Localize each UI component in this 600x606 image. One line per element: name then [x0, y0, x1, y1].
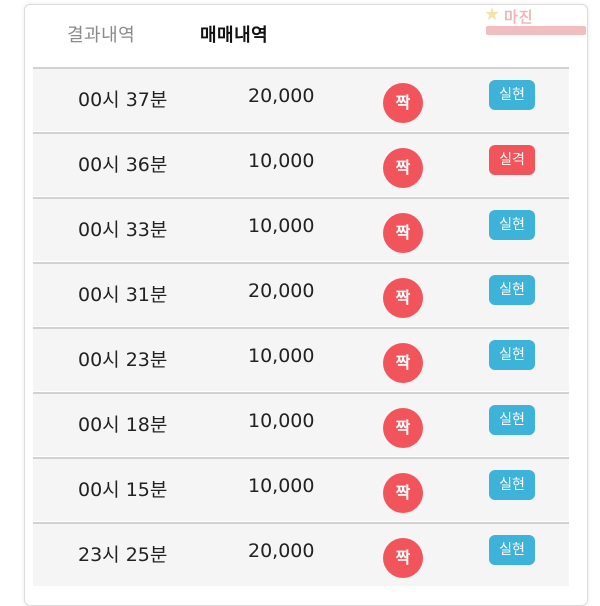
result-badge: 실현	[489, 275, 535, 305]
tab-results[interactable]: 결과내역	[67, 21, 135, 47]
pick-badge: 짝	[383, 538, 423, 578]
row-time: 00시 23분	[78, 349, 168, 371]
watermark-banner	[486, 26, 586, 35]
row-amount: 10,000	[248, 345, 315, 367]
trade-list: 00시 37분 20,000 짝 실현 00시 36분 10,000 짝 실격 …	[33, 67, 569, 586]
trade-history-panel: 결과내역 매매내역 00시 37분 20,000 짝 실현 00시 36분 10…	[24, 4, 588, 606]
row-time: 00시 31분	[78, 284, 168, 306]
result-badge: 실격	[489, 145, 535, 175]
result-badge: 실현	[489, 470, 535, 500]
tab-trades[interactable]: 매매내역	[200, 21, 268, 47]
row-time: 00시 18분	[78, 414, 168, 436]
table-row: 00시 31분 20,000 짝 실현	[33, 262, 569, 326]
row-amount: 10,000	[248, 410, 315, 432]
row-time: 00시 15분	[78, 479, 168, 501]
table-row: 23시 25분 20,000 짝 실현	[33, 522, 569, 586]
result-badge: 실현	[489, 535, 535, 565]
result-badge: 실현	[489, 80, 535, 110]
row-amount: 10,000	[248, 475, 315, 497]
pick-badge: 짝	[383, 148, 423, 188]
pick-badge: 짝	[383, 213, 423, 253]
table-row: 00시 23분 10,000 짝 실현	[33, 327, 569, 391]
pick-badge: 짝	[383, 83, 423, 123]
row-time: 00시 36분	[78, 154, 168, 176]
result-badge: 실현	[489, 340, 535, 370]
table-row: 00시 18분 10,000 짝 실현	[33, 392, 569, 456]
row-amount: 10,000	[248, 150, 315, 172]
pick-badge: 짝	[383, 473, 423, 513]
pick-badge: 짝	[383, 278, 423, 318]
watermark-logo: ★ 마진	[482, 4, 592, 36]
row-time: 23시 25분	[78, 544, 168, 566]
table-row: 00시 36분 10,000 짝 실격	[33, 132, 569, 196]
row-time: 00시 33분	[78, 219, 168, 241]
pick-badge: 짝	[383, 343, 423, 383]
table-row: 00시 15분 10,000 짝 실현	[33, 457, 569, 521]
result-badge: 실현	[489, 210, 535, 240]
star-icon: ★	[484, 4, 501, 25]
result-badge: 실현	[489, 405, 535, 435]
watermark-title: 마진	[504, 8, 534, 26]
row-amount: 20,000	[248, 540, 315, 562]
table-row: 00시 33분 10,000 짝 실현	[33, 197, 569, 261]
row-amount: 10,000	[248, 215, 315, 237]
row-time: 00시 37분	[78, 89, 168, 111]
pick-badge: 짝	[383, 408, 423, 448]
row-amount: 20,000	[248, 280, 315, 302]
table-row: 00시 37분 20,000 짝 실현	[33, 67, 569, 131]
row-amount: 20,000	[248, 85, 315, 107]
